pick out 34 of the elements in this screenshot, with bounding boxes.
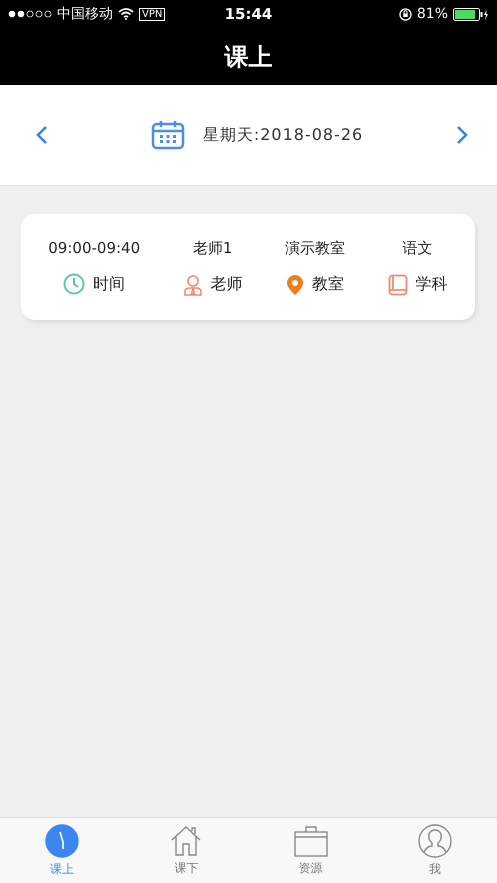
rotation-lock-icon	[398, 8, 412, 20]
person-icon	[182, 274, 203, 296]
status-time: 15:44	[224, 5, 272, 23]
next-icon[interactable]	[455, 125, 469, 145]
calendar-icon	[150, 120, 185, 150]
tab[interactable]: 课上	[32, 824, 92, 878]
signal-icon	[8, 10, 52, 18]
lesson-label: 学科	[416, 274, 448, 295]
lesson-label: 时间	[93, 274, 126, 294]
home-icon	[170, 824, 202, 856]
lesson-label: 老师	[210, 274, 243, 295]
book-icon	[388, 274, 408, 296]
battery-icon	[453, 8, 489, 20]
lesson-label: 教室	[312, 274, 344, 295]
briefcase-icon	[294, 824, 328, 856]
lesson-card[interactable]: 09:00-09:40 时间 老师1 老师 演示教室 教室 语文 学科	[21, 214, 475, 320]
lesson-value: 09:00-09:40	[48, 239, 140, 257]
lesson-value: 老师1	[192, 238, 232, 258]
location-pin-icon	[286, 274, 304, 296]
clock-icon	[45, 824, 80, 858]
lesson-value: 演示教室	[285, 238, 346, 258]
tab[interactable]: 课下	[156, 824, 216, 876]
page-title: 课上	[224, 42, 272, 72]
clock-icon	[63, 273, 86, 295]
carrier-name: 中国移动	[57, 5, 113, 23]
battery-percent: 81%	[416, 6, 448, 22]
date-label: 星期天:2018-08-26	[202, 124, 364, 146]
tab[interactable]: 资源	[280, 824, 341, 876]
tab[interactable]: 我	[404, 824, 465, 878]
lesson-value: 语文	[402, 238, 433, 258]
vpn-badge: VPN	[139, 8, 166, 20]
wifi-icon	[118, 8, 134, 20]
user-icon	[418, 824, 452, 858]
previous-icon[interactable]	[35, 125, 49, 145]
